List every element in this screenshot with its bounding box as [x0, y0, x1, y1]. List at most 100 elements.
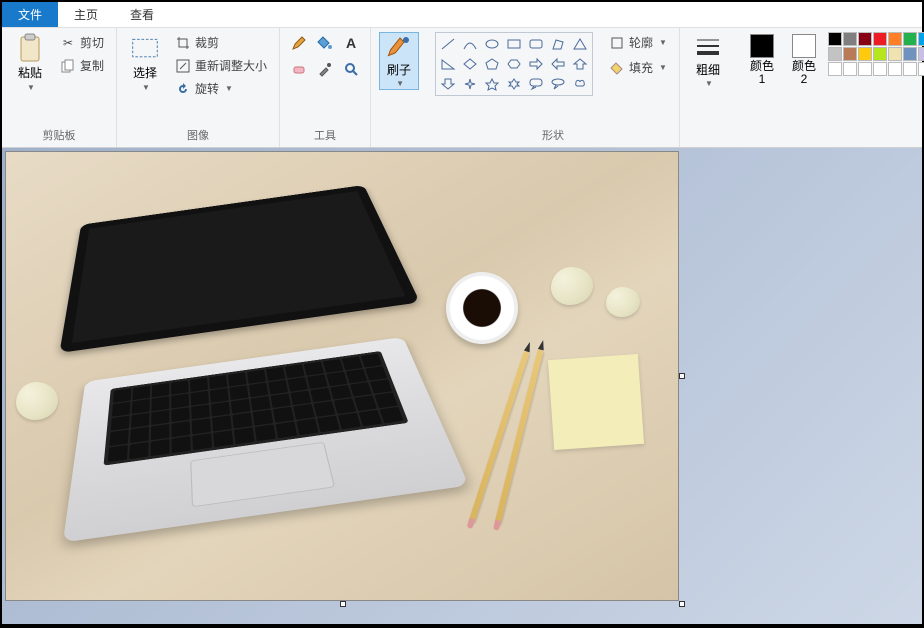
color-swatch[interactable]	[903, 62, 917, 76]
tool-grid: A	[288, 32, 362, 80]
color-swatch[interactable]	[888, 47, 902, 61]
color-swatch[interactable]	[918, 32, 924, 46]
color1-button[interactable]: 颜色 1	[744, 32, 780, 88]
shape-diamond[interactable]	[460, 55, 480, 73]
pencil-tool[interactable]	[288, 32, 310, 54]
shape-4star[interactable]	[460, 75, 480, 93]
stroke-label: 粗细	[696, 64, 720, 77]
group-tools: A 工具	[280, 28, 371, 147]
shape-rect[interactable]	[504, 35, 524, 53]
crop-icon	[175, 35, 191, 51]
color-swatch[interactable]	[888, 32, 902, 46]
shape-triangle[interactable]	[570, 35, 590, 53]
color-swatch[interactable]	[858, 62, 872, 76]
select-button[interactable]: 选择 ▼	[125, 32, 165, 94]
color-swatch[interactable]	[828, 47, 842, 61]
resize-handle-s[interactable]	[340, 601, 346, 607]
tab-file[interactable]: 文件	[2, 2, 58, 27]
rotate-button[interactable]: 旋转 ▼	[171, 78, 271, 99]
shape-line[interactable]	[438, 35, 458, 53]
group-stroke: 粗细 ▼	[680, 28, 736, 147]
color-swatch[interactable]	[843, 62, 857, 76]
selection-icon	[131, 34, 159, 62]
group-image: 选择 ▼ 裁剪 重新调整大小	[117, 28, 280, 147]
shape-5star[interactable]	[482, 75, 502, 93]
chevron-down-icon: ▼	[27, 83, 35, 92]
color-swatch[interactable]	[843, 47, 857, 61]
paint-window: 文件 主页 查看 粘贴 ▼ ✂ 剪切	[2, 2, 922, 624]
fill-icon	[609, 60, 625, 76]
paper-ball	[16, 382, 58, 420]
copy-icon	[60, 58, 76, 74]
cut-label: 剪切	[80, 34, 104, 51]
canvas-area[interactable]	[2, 148, 922, 624]
outline-button[interactable]: 轮廓 ▼	[605, 32, 671, 53]
shapes-group-label: 形状	[435, 125, 671, 145]
shape-oval[interactable]	[482, 35, 502, 53]
brush-icon	[385, 34, 413, 62]
shape-arrow-down[interactable]	[438, 75, 458, 93]
text-tool[interactable]: A	[340, 32, 362, 54]
shape-callout-round[interactable]	[526, 75, 546, 93]
shape-6star[interactable]	[504, 75, 524, 93]
shape-roundrect[interactable]	[526, 35, 546, 53]
color-swatch[interactable]	[843, 32, 857, 46]
stroke-button[interactable]: 粗细 ▼	[688, 32, 728, 90]
select-label: 选择	[133, 64, 157, 81]
shape-arrow-left[interactable]	[548, 55, 568, 73]
shape-gallery[interactable]	[435, 32, 593, 96]
color-swatch[interactable]	[858, 32, 872, 46]
shape-pentagon[interactable]	[482, 55, 502, 73]
resize-button[interactable]: 重新调整大小	[171, 55, 271, 76]
color-swatch[interactable]	[873, 47, 887, 61]
color-swatch[interactable]	[918, 47, 924, 61]
fill-tool[interactable]	[314, 32, 336, 54]
resize-handle-e[interactable]	[679, 373, 685, 379]
fill-button[interactable]: 填充 ▼	[605, 57, 671, 78]
picker-tool[interactable]	[314, 58, 336, 80]
shape-hexagon[interactable]	[504, 55, 524, 73]
chevron-down-icon: ▼	[142, 83, 150, 92]
shape-callout-oval[interactable]	[548, 75, 568, 93]
shape-arrow-up[interactable]	[570, 55, 590, 73]
color-palette	[828, 32, 924, 76]
color1-swatch	[750, 34, 774, 58]
crop-button[interactable]: 裁剪	[171, 32, 271, 53]
tab-home[interactable]: 主页	[58, 2, 114, 27]
color-swatch[interactable]	[858, 47, 872, 61]
rotate-label: 旋转	[195, 80, 219, 97]
color-swatch[interactable]	[873, 62, 887, 76]
canvas-image[interactable]	[6, 152, 678, 600]
shape-curve[interactable]	[460, 35, 480, 53]
color-swatch[interactable]	[903, 32, 917, 46]
tab-view[interactable]: 查看	[114, 2, 170, 27]
copy-button[interactable]: 复制	[56, 55, 108, 76]
shape-arrow-right[interactable]	[526, 55, 546, 73]
ribbon: 粘贴 ▼ ✂ 剪切 复制 剪贴板	[2, 28, 922, 148]
chevron-down-icon: ▼	[659, 63, 667, 72]
color2-button[interactable]: 颜色 2	[786, 32, 822, 88]
eraser-tool[interactable]	[288, 58, 310, 80]
chevron-down-icon: ▼	[225, 84, 233, 93]
resize-icon	[175, 58, 191, 74]
brush-button[interactable]: 刷子 ▼	[379, 32, 419, 90]
shape-right-triangle[interactable]	[438, 55, 458, 73]
color-swatch[interactable]	[828, 32, 842, 46]
chevron-down-icon: ▼	[705, 79, 713, 88]
color-swatch[interactable]	[903, 47, 917, 61]
stroke-icon	[694, 34, 722, 62]
color-swatch[interactable]	[828, 62, 842, 76]
paste-button[interactable]: 粘贴 ▼	[10, 32, 50, 94]
shape-polygon[interactable]	[548, 35, 568, 53]
clipboard-icon	[16, 34, 44, 62]
color-swatch[interactable]	[888, 62, 902, 76]
cut-button[interactable]: ✂ 剪切	[56, 32, 108, 53]
tools-group-label: 工具	[288, 125, 362, 145]
resize-handle-se[interactable]	[679, 601, 685, 607]
chevron-down-icon: ▼	[396, 79, 404, 88]
coffee-mug	[446, 272, 518, 344]
shape-callout-cloud[interactable]	[570, 75, 590, 93]
magnifier-tool[interactable]	[340, 58, 362, 80]
color-swatch[interactable]	[873, 32, 887, 46]
color-swatch[interactable]	[918, 62, 924, 76]
